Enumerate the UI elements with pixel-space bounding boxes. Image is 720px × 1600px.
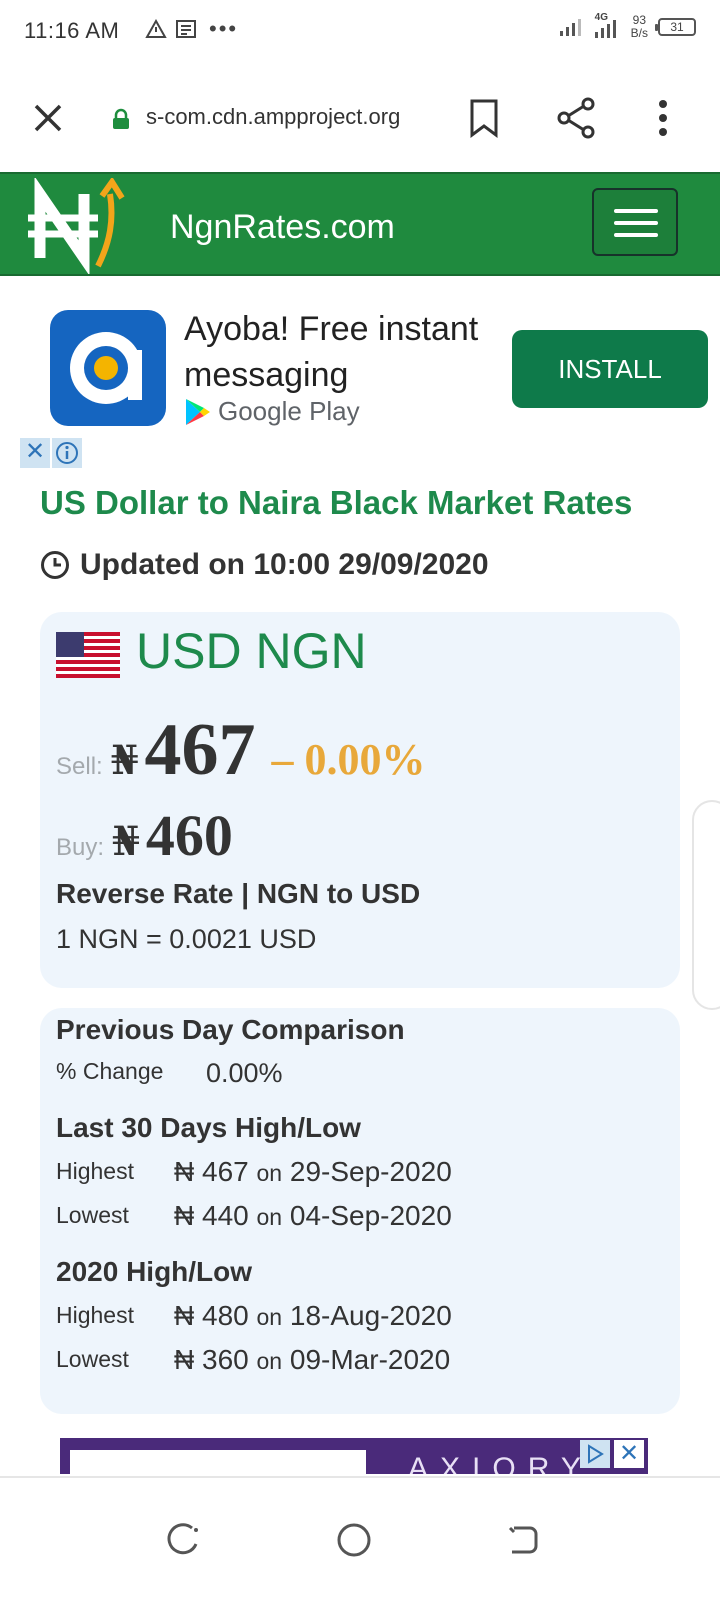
reverse-rate-title: Reverse Rate | NGN to USD: [56, 878, 421, 909]
banner-ad-image: [70, 1450, 366, 1474]
naira-symbol: ₦: [110, 737, 139, 784]
battery-icon: 31: [655, 18, 696, 36]
banner-ad[interactable]: AXIORY ✕: [60, 1438, 648, 1474]
signal-icon: [559, 19, 581, 36]
google-play-badge[interactable]: Google Play: [184, 396, 360, 427]
app-install-ad: Ayoba! Free instant messaging Google Pla…: [0, 296, 720, 472]
year-highest-label: Highest: [56, 1302, 134, 1328]
previous-day-title: Previous Day Comparison: [56, 1014, 405, 1045]
naira-logo-icon[interactable]: [26, 178, 136, 274]
hamburger-line: [614, 233, 658, 237]
share-icon[interactable]: [556, 96, 596, 140]
naira-symbol: ₦: [112, 818, 140, 865]
rate-change: – 0.00%: [271, 735, 426, 784]
home-icon[interactable]: [332, 1518, 376, 1562]
signal-4g-icon: 4G: [593, 12, 621, 40]
url-bar[interactable]: s-com.cdn.ampproject.org: [146, 104, 436, 130]
year-highest-value: ₦ 480 on 18-Aug-2020: [174, 1300, 452, 1331]
year-lowest-label: Lowest: [56, 1346, 129, 1372]
status-bar: 11:16 AM ••• 4G 93 B/s 31: [0, 0, 720, 64]
menu-button[interactable]: [592, 188, 678, 256]
sell-rate: 467: [144, 709, 256, 791]
adchoices-icon[interactable]: [580, 1440, 610, 1468]
updated-timestamp: Updated on 10:00 29/09/2020: [40, 548, 489, 582]
site-header: NgnRates.com: [0, 172, 720, 276]
more-notifications-icon: •••: [209, 16, 239, 41]
last30-title: Last 30 Days High/Low: [56, 1112, 361, 1143]
edge-panel-handle[interactable]: [692, 800, 720, 1010]
reverse-rate-value: 1 NGN = 0.0021 USD: [56, 924, 317, 954]
ad-info-icon[interactable]: [52, 438, 82, 468]
sell-rate-row: Sell: ₦ 467 – 0.00%: [56, 708, 426, 793]
sell-label: Sell:: [56, 753, 103, 780]
status-right: 4G 93 B/s 31: [559, 12, 696, 40]
last30-lowest-label: Lowest: [56, 1202, 129, 1228]
recents-icon[interactable]: [162, 1518, 206, 1562]
banner-close-button[interactable]: ✕: [614, 1440, 644, 1468]
rate-card: USD NGN Sell: ₦ 467 – 0.00% Buy: ₦ 460 R…: [40, 612, 680, 988]
comparison-card: Previous Day Comparison % Change 0.00% L…: [40, 1008, 680, 1414]
warning-icon: [145, 19, 167, 38]
close-icon[interactable]: [28, 98, 68, 138]
pct-change-label: % Change: [56, 1058, 164, 1084]
year-lowest-value: ₦ 360 on 09-Mar-2020: [174, 1344, 451, 1375]
network-speed: 93 B/s: [630, 13, 648, 40]
last30-highest-label: Highest: [56, 1158, 134, 1184]
status-time: 11:16 AM: [24, 18, 120, 43]
hamburger-line: [614, 209, 658, 213]
site-name[interactable]: NgnRates.com: [170, 208, 395, 247]
hamburger-line: [614, 221, 658, 225]
pct-change-value: 0.00%: [206, 1058, 283, 1088]
ayoba-app-icon[interactable]: [50, 310, 166, 426]
google-play-icon: [186, 398, 210, 425]
buy-rate-row: Buy: ₦ 460: [56, 802, 233, 869]
bookmark-icon[interactable]: [466, 98, 502, 138]
ad-close-button[interactable]: ✕: [20, 438, 50, 468]
currency-pair: USD NGN: [136, 623, 367, 679]
install-button[interactable]: INSTALL: [512, 330, 708, 408]
system-nav-bar: [0, 1476, 720, 1600]
notification-icons: •••: [145, 16, 238, 42]
banner-ad-text: AXIORY: [408, 1452, 593, 1474]
clock-icon: [41, 551, 69, 579]
buy-label: Buy:: [56, 834, 105, 861]
back-icon[interactable]: [500, 1518, 544, 1562]
year-title: 2020 High/Low: [56, 1256, 253, 1287]
page-title: US Dollar to Naira Black Market Rates: [40, 484, 633, 521]
us-flag-icon: [56, 632, 120, 678]
ad-title[interactable]: Ayoba! Free instant messaging: [184, 306, 494, 398]
more-vert-icon[interactable]: [648, 96, 678, 140]
buy-rate: 460: [145, 803, 233, 868]
browser-toolbar: s-com.cdn.ampproject.org: [0, 64, 720, 172]
last30-highest-value: ₦ 467 on 29-Sep-2020: [174, 1156, 452, 1187]
news-icon: [176, 20, 196, 38]
last30-lowest-value: ₦ 440 on 04-Sep-2020: [174, 1200, 452, 1231]
lock-icon: [113, 108, 129, 129]
